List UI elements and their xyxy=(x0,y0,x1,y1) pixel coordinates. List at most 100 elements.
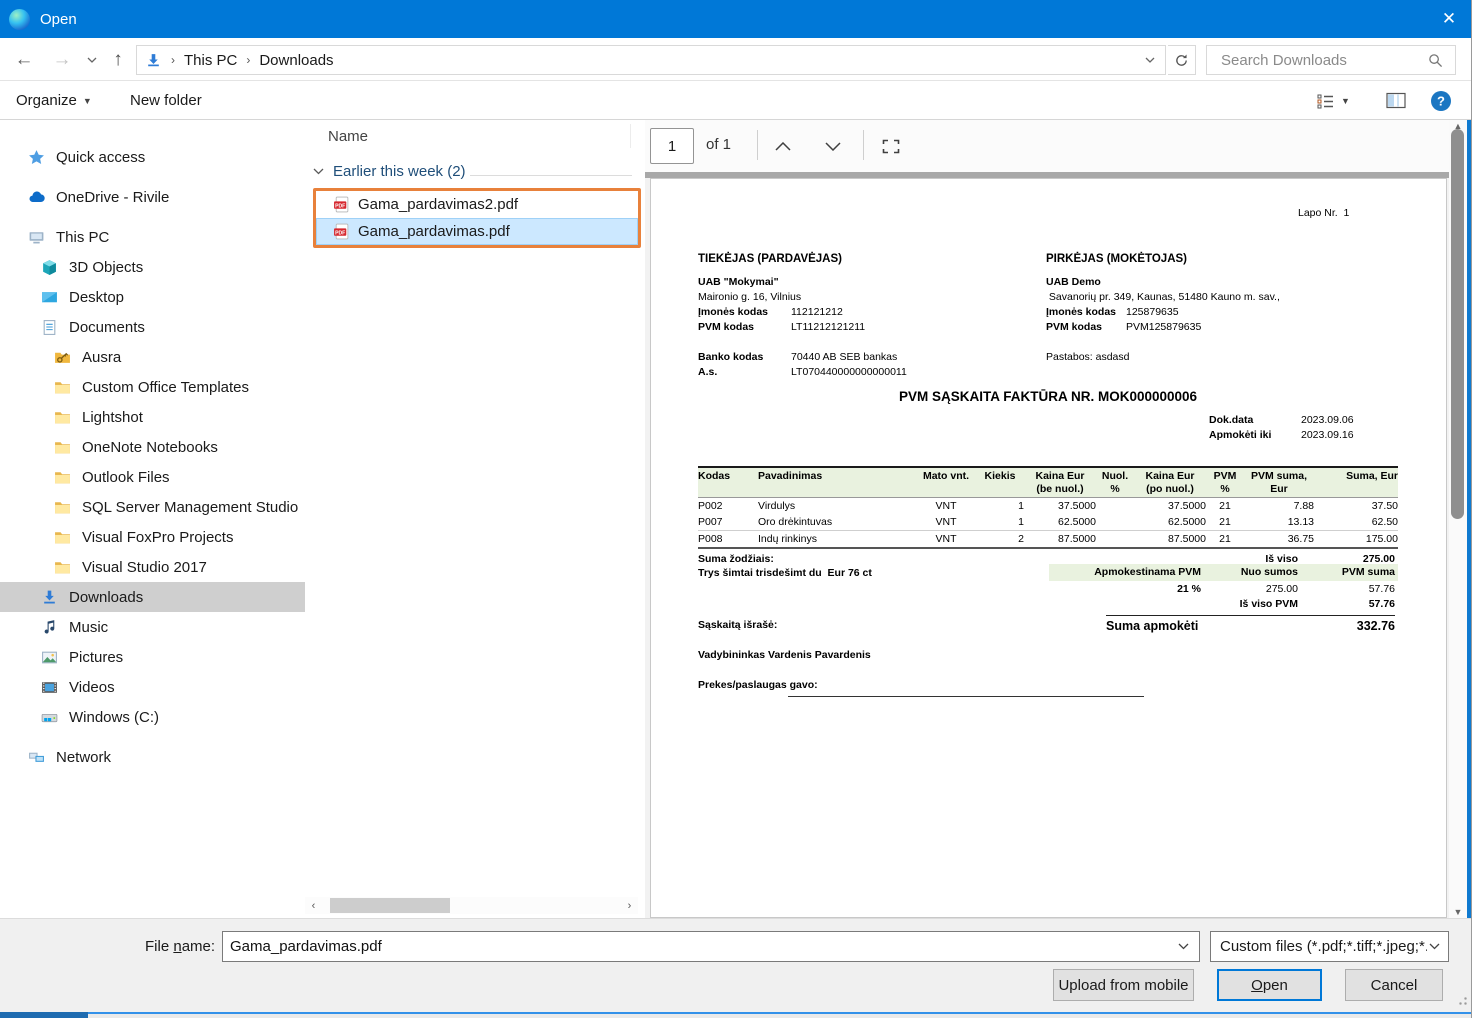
sidebar-item-visual-studio-2017[interactable]: Visual Studio 2017 xyxy=(0,552,305,582)
sidebar-item-videos[interactable]: Videos xyxy=(0,672,305,702)
sidebar-item-3d-objects[interactable]: 3D Objects xyxy=(0,252,305,282)
sidebar-item-ausra[interactable]: Ausra xyxy=(0,342,305,372)
horizontal-scrollbar[interactable]: ‹ › xyxy=(305,897,638,914)
sidebar-item-pictures[interactable]: Pictures xyxy=(0,642,305,672)
invoice-row-p007: P007Oro drėkintuvasVNT162.500062.5000211… xyxy=(698,514,1398,531)
horizontal-scrollbar-thumb[interactable] xyxy=(330,898,450,913)
column-separator[interactable] xyxy=(630,124,631,148)
supplier-address: Maironio g. 16, Vilnius xyxy=(698,291,801,303)
folder-icon xyxy=(54,439,71,456)
name-column-header[interactable]: Name xyxy=(328,128,368,145)
sidebar-item-lightshot[interactable]: Lightshot xyxy=(0,402,305,432)
sidebar-item-label: Outlook Files xyxy=(82,469,170,486)
sidebar-item-outlook-files[interactable]: Outlook Files xyxy=(0,462,305,492)
supplier-vat: LT11212121211 xyxy=(791,321,865,333)
sidebar-item-downloads[interactable]: Downloads xyxy=(0,582,305,612)
open-button[interactable]: Open xyxy=(1217,969,1322,1001)
resize-grip[interactable] xyxy=(1456,994,1468,1006)
vertical-scrollbar-thumb[interactable] xyxy=(1451,129,1464,519)
scroll-right-icon[interactable]: › xyxy=(621,897,638,914)
previous-page-button[interactable] xyxy=(767,130,799,162)
invoice-row-p002: P002VirdulysVNT137.500037.5000217.8837.5… xyxy=(698,498,1398,515)
search-icon[interactable] xyxy=(1428,53,1443,68)
breadcrumb-this-pc[interactable]: This PC xyxy=(184,52,237,69)
sidebar-item-quick-access[interactable]: Quick access xyxy=(0,142,305,172)
open-dialog: Open ✕ ← → ↑ › This PC › Downloads xyxy=(0,0,1472,1018)
upload-from-mobile-button[interactable]: Upload from mobile xyxy=(1053,969,1194,1001)
file-type-select[interactable]: Custom files (*.pdf;*.tiff;*.jpeg;*. xyxy=(1210,931,1449,962)
back-button[interactable]: ← xyxy=(10,38,38,81)
file-name-input[interactable] xyxy=(223,938,1178,955)
bottom-strip xyxy=(0,1012,1472,1018)
file-row-gama-pardavimas2-pdf[interactable]: PDFGama_pardavimas2.pdf xyxy=(316,191,638,218)
sidebar-item-label: Videos xyxy=(69,679,115,696)
search-input[interactable] xyxy=(1207,52,1428,69)
close-icon[interactable]: ✕ xyxy=(1426,0,1472,38)
supplier-account-label: A.s. xyxy=(698,366,717,378)
sidebar-item-music[interactable]: Music xyxy=(0,612,305,642)
breadcrumb-downloads[interactable]: Downloads xyxy=(259,52,333,69)
sidebar-item-label: Visual Studio 2017 xyxy=(82,559,207,576)
title-bar: Open ✕ xyxy=(0,0,1472,38)
scroll-down-icon[interactable]: ▼ xyxy=(1449,906,1467,918)
sidebar-item-network[interactable]: Network xyxy=(0,742,305,772)
group-collapse-chevron-icon xyxy=(313,168,324,175)
address-dropdown-chevron-icon[interactable] xyxy=(1145,57,1155,63)
recent-locations-chevron-icon[interactable] xyxy=(82,38,102,81)
next-page-button[interactable] xyxy=(817,130,849,162)
sidebar-item-label: Quick access xyxy=(56,149,145,166)
file-name-dropdown-chevron-icon[interactable] xyxy=(1178,943,1189,950)
taxable-vat-label: Apmokestinama PVM xyxy=(1061,566,1201,578)
details-view-icon xyxy=(1316,92,1335,109)
svg-text:PDF: PDF xyxy=(335,230,345,236)
sidebar-item-desktop[interactable]: Desktop xyxy=(0,282,305,312)
music-icon xyxy=(41,619,58,636)
supplier-bank: 70440 AB SEB bankas xyxy=(791,351,897,363)
doc-date: 2023.09.06 xyxy=(1301,414,1354,426)
invoice-line-items-table: KodasPavadinimasMato vnt.KiekisKaina Eur… xyxy=(698,466,1398,549)
folder-icon xyxy=(54,409,71,426)
folder-icon xyxy=(54,499,71,516)
vertical-scrollbar[interactable]: ▲ ▼ xyxy=(1449,120,1467,918)
new-folder-button[interactable]: New folder xyxy=(130,81,202,120)
sidebar-item-label: Documents xyxy=(69,319,145,336)
sidebar-item-onedrive-rivile[interactable]: OneDrive - Rivile xyxy=(0,182,305,212)
sidebar-item-label: This PC xyxy=(56,229,109,246)
organize-button[interactable]: Organize▼ xyxy=(16,81,92,120)
sidebar-item-label: Pictures xyxy=(69,649,123,666)
downloads-folder-icon xyxy=(145,52,162,69)
cloud-icon xyxy=(28,189,45,206)
file-row-gama-pardavimas-pdf[interactable]: PDFGama_pardavimas.pdf xyxy=(316,218,638,245)
sidebar-item-custom-office-templates[interactable]: Custom Office Templates xyxy=(0,372,305,402)
signature-line xyxy=(788,696,1144,697)
fit-to-page-button[interactable] xyxy=(875,130,907,162)
invoice-title: PVM SĄSKAITA FAKTŪRA NR. MOK000000006 xyxy=(698,389,1398,404)
view-mode-button[interactable]: ▼ xyxy=(1316,81,1350,120)
sidebar-item-onenote-notebooks[interactable]: OneNote Notebooks xyxy=(0,432,305,462)
scroll-left-icon[interactable]: ‹ xyxy=(305,897,322,914)
vat-sum-label: PVM suma xyxy=(1295,566,1395,578)
sidebar-item-windows-c[interactable]: Windows (C:) xyxy=(0,702,305,732)
preview-pane-button[interactable] xyxy=(1386,81,1407,120)
folder-icon xyxy=(54,469,71,486)
help-button[interactable]: ? xyxy=(1430,81,1452,120)
payable-label: Suma apmokėti xyxy=(1106,619,1198,633)
sidebar-item-sql-server-management-studio[interactable]: SQL Server Management Studio xyxy=(0,492,305,522)
issued-by-label: Sąskaitą išrašė: xyxy=(698,619,777,631)
sidebar-item-this-pc[interactable]: This PC xyxy=(0,222,305,252)
due-date: 2023.09.16 xyxy=(1301,429,1354,441)
page-number-input[interactable] xyxy=(650,128,694,164)
sidebar-item-visual-foxpro-projects[interactable]: Visual FoxPro Projects xyxy=(0,522,305,552)
refresh-button[interactable] xyxy=(1168,45,1196,75)
group-header[interactable]: Earlier this week (2) xyxy=(313,163,466,180)
buyer-vat-label: PVM kodas xyxy=(1046,321,1102,333)
vat-amount: 57.76 xyxy=(1295,583,1395,595)
invoice-row-p008: P008Indų rinkinysVNT287.500087.50002136.… xyxy=(698,531,1398,549)
toolbar-separator xyxy=(757,130,758,160)
star-icon xyxy=(28,149,45,166)
sidebar-item-documents[interactable]: Documents xyxy=(0,312,305,342)
cancel-button[interactable]: Cancel xyxy=(1345,969,1443,1001)
address-bar[interactable]: › This PC › Downloads xyxy=(136,45,1166,75)
svg-text:PDF: PDF xyxy=(335,203,345,209)
up-button[interactable]: ↑ xyxy=(104,38,132,81)
